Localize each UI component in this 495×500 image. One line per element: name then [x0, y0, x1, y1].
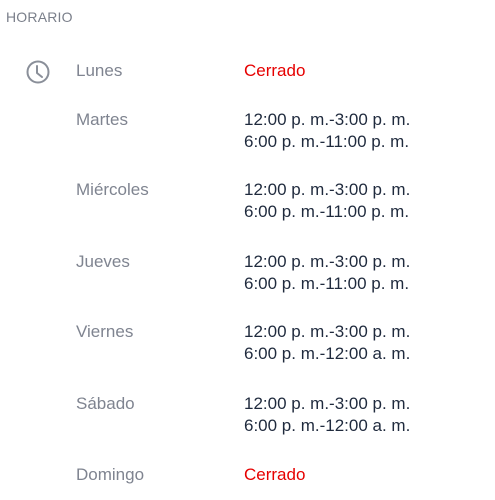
day-label: Viernes [76, 322, 134, 341]
hours-line: 6:00 p. m.-11:00 p. m. [244, 132, 410, 151]
hours-line: 6:00 p. m.-11:00 p. m. [244, 274, 410, 293]
hours-line: 12:00 p. m.-3:00 p. m. [244, 110, 411, 129]
hours-block: 12:00 p. m.-3:00 p. m. 6:00 p. m.-11:00 … [244, 109, 410, 153]
hours-line: 6:00 p. m.-11:00 p. m. [244, 202, 410, 221]
clock-icon [24, 58, 52, 86]
hours-block: 12:00 p. m.-3:00 p. m. 6:00 p. m.-12:00 … [244, 393, 410, 437]
day-label: Miércoles [76, 180, 149, 199]
hours-block: Cerrado [244, 60, 305, 82]
hours-block: 12:00 p. m.-3:00 p. m. 6:00 p. m.-11:00 … [244, 251, 410, 295]
hours-line: 12:00 p. m.-3:00 p. m. [244, 394, 411, 413]
hours-block: Cerrado [244, 464, 305, 486]
section-title: HORARIO [6, 9, 73, 25]
hours-line: 12:00 p. m.-3:00 p. m. [244, 180, 411, 199]
hours-line: 12:00 p. m.-3:00 p. m. [244, 252, 411, 271]
closed-status: Cerrado [244, 465, 306, 484]
hours-block: 12:00 p. m.-3:00 p. m. 6:00 p. m.-11:00 … [244, 179, 410, 223]
hours-line: 6:00 p. m.-12:00 a. m. [244, 416, 411, 435]
hours-line: 6:00 p. m.-12:00 a. m. [244, 344, 411, 363]
hours-block: 12:00 p. m.-3:00 p. m. 6:00 p. m.-12:00 … [244, 321, 410, 365]
day-label: Domingo [76, 465, 145, 484]
day-label: Martes [76, 110, 128, 129]
closed-status: Cerrado [244, 61, 306, 80]
day-label: Sábado [76, 394, 135, 413]
day-label: Lunes [76, 61, 123, 80]
day-label: Jueves [76, 252, 130, 271]
hours-line: 12:00 p. m.-3:00 p. m. [244, 322, 411, 341]
